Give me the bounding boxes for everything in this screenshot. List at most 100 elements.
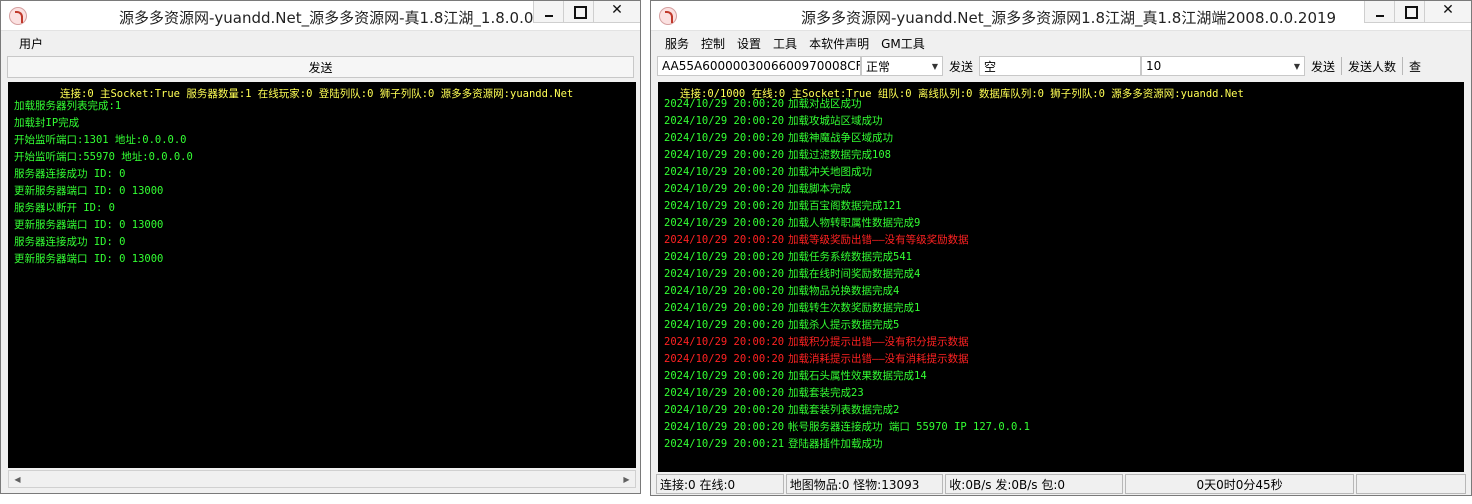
log-line: 服务器以断开 ID: 0 [14,202,115,214]
log-message: 加载脚本完成 [788,183,851,195]
status-traffic: 收:0B/s 发:0B/s 包:0 [945,474,1123,494]
caption-buttons [533,1,640,23]
log-timestamp: 2024/10/29 20:00:20 [664,285,785,297]
log-list: 加载服务器列表完成:1 加载封IP完成 开始监听端口:1301 地址:0.0.0… [14,98,193,268]
log-line: 加载封IP完成 [14,117,80,129]
log-line: 开始监听端口:55970 地址:0.0.0.0 [14,151,193,163]
title-bar[interactable]: 源多多资源网-yuandd.Net_源多多资源网1.8江湖_真1.8江湖端200… [651,1,1471,31]
chevron-down-icon: ▼ [931,61,938,71]
log-line-error: 2024/10/29 20:00:20 加载等级奖励出错——没有等级奖励数据 [664,232,1030,249]
title-bar[interactable]: 源多多资源网-yuandd.Net_源多多资源网-真1.8江湖_1.8.0.0 [1,1,640,31]
log-timestamp: 2024/10/29 20:00:21 [664,438,785,450]
log-line: 更新服务器端口 ID: 0 13000 [14,219,164,231]
log-message: 加载转生次数奖励数据完成1 [788,302,921,314]
log-message: 加载消耗提示出错——没有消耗提示数据 [788,353,969,365]
caption-buttons [1364,1,1471,23]
window-title: 源多多资源网-yuandd.Net_源多多资源网-真1.8江湖_1.8.0.0 [119,9,534,27]
log-line: 2024/10/29 20:00:20 加载套装列表数据完成2 [664,402,1030,419]
log-timestamp: 2024/10/29 20:00:20 [664,217,785,229]
query-button[interactable]: 查 [1403,56,1427,76]
log-line: 2024/10/29 20:00:20 加载套装完成23 [664,385,1030,402]
log-line: 2024/10/29 20:00:20 加载物品兑换数据完成4 [664,283,1030,300]
scroll-right-icon[interactable]: ▶ [618,471,635,487]
toolbar: AA55A6000003006600970008CFB 正常 ▼ 发送 空 10… [657,54,1465,78]
log-timestamp: 2024/10/29 20:00:20 [664,115,785,127]
minimize-icon[interactable] [534,1,564,22]
log-timestamp: 2024/10/29 20:00:20 [664,421,785,433]
status-connections: 连接:0 在线:0 [656,474,784,494]
log-line: 2024/10/29 20:00:20 加载转生次数奖励数据完成1 [664,300,1030,317]
log-message: 加载杀人提示数据完成5 [788,319,900,331]
menu-tools[interactable]: 工具 [767,35,803,52]
log-line: 2024/10/29 20:00:20 加载任务系统数据完成541 [664,249,1030,266]
horizontal-scrollbar[interactable]: ◀ ▶ [8,470,636,488]
log-timestamp: 2024/10/29 20:00:20 [664,200,785,212]
scroll-left-icon[interactable]: ◀ [9,471,26,487]
status-uptime: 0天0时0分45秒 [1124,474,1355,494]
toolbar: 发送 [7,56,634,78]
log-line: 更新服务器端口 ID: 0 13000 [14,185,164,197]
mode-select[interactable]: 正常 ▼ [861,56,943,76]
log-line: 2024/10/29 20:00:21 登陆器插件加载成功 [664,436,1030,453]
log-list: 2024/10/29 20:00:20 加载对战区成功 2024/10/29 20:… [664,96,1030,453]
log-timestamp: 2024/10/29 20:00:20 [664,268,785,280]
send-button[interactable]: 发送 [8,59,633,76]
send-button[interactable]: 发送 [943,56,979,76]
log-line: 2024/10/29 20:00:20 帐号服务器连接成功 端口 55970 IP… [664,419,1030,436]
log-console[interactable]: 连接:0 主Socket:True 服务器数量:1 在线玩家:0 登陆列队:0 … [8,82,636,468]
log-timestamp: 2024/10/29 20:00:20 [664,166,785,178]
window-title: 源多多资源网-yuandd.Net_源多多资源网1.8江湖_真1.8江湖端200… [801,9,1337,27]
log-timestamp: 2024/10/29 20:00:20 [664,404,785,416]
log-message: 加载神魔战争区域成功 [788,132,893,144]
send-button-2[interactable]: 发送 [1305,56,1341,76]
log-message: 加载套装列表数据完成2 [788,404,900,416]
menu-settings[interactable]: 设置 [731,35,767,52]
log-timestamp: 2024/10/29 20:00:20 [664,302,785,314]
count-select[interactable]: 10 ▼ [1141,56,1306,76]
close-icon[interactable] [594,1,640,22]
status-map-items: 地图物品:0 怪物:13093 [785,474,944,494]
maximize-icon[interactable] [1395,1,1425,22]
menu-control[interactable]: 控制 [695,35,731,52]
log-line: 2024/10/29 20:00:20 加载冲关地图成功 [664,164,1030,181]
status-empty [1356,474,1467,494]
log-message: 加载在线时间奖励数据完成4 [788,268,921,280]
menu-user[interactable]: 用户 [13,35,49,52]
log-line: 2024/10/29 20:00:20 加载神魔战争区域成功 [664,130,1030,147]
menu-bar: 用户 [1,32,640,54]
maximize-icon[interactable] [564,1,594,22]
log-line: 2024/10/29 20:00:20 加载百宝阁数据完成121 [664,198,1030,215]
log-message: 加载人物转职属性数据完成9 [788,217,921,229]
id-field[interactable]: AA55A6000003006600970008CFB [657,56,861,76]
log-message: 加载石头属性效果数据完成14 [788,370,927,382]
minimize-icon[interactable] [1365,1,1395,22]
log-timestamp: 2024/10/29 20:00:20 [664,98,785,110]
log-timestamp: 2024/10/29 20:00:20 [664,387,785,399]
log-message: 加载百宝阁数据完成121 [788,200,902,212]
log-message: 加载等级奖励出错——没有等级奖励数据 [788,234,969,246]
log-line: 服务器连接成功 ID: 0 [14,236,126,248]
message-input[interactable]: 空 [979,56,1142,76]
log-line: 2024/10/29 20:00:20 加载在线时间奖励数据完成4 [664,266,1030,283]
log-line: 2024/10/29 20:00:20 加载对战区成功 [664,96,1030,113]
menu-gm-tools[interactable]: GM工具 [875,35,931,52]
log-line-error: 2024/10/29 20:00:20 加载消耗提示出错——没有消耗提示数据 [664,351,1030,368]
log-line: 2024/10/29 20:00:20 加载攻城站区域成功 [664,113,1030,130]
send-count-button[interactable]: 发送人数 [1342,56,1402,76]
menu-statement[interactable]: 本软件声明 [803,35,875,52]
log-console[interactable]: 连接:0/1000 在线:0 主Socket:True 组队:0 离线队列:0 … [658,82,1464,472]
menu-service[interactable]: 服务 [659,35,695,52]
log-message: 加载对战区成功 [788,98,862,110]
mode-select-value: 正常 [866,59,891,74]
log-message: 加载任务系统数据完成541 [788,251,912,263]
log-line: 2024/10/29 20:00:20 加载脚本完成 [664,181,1030,198]
log-message: 登陆器插件加载成功 [788,438,883,450]
log-line: 2024/10/29 20:00:20 加载石头属性效果数据完成14 [664,368,1030,385]
log-timestamp: 2024/10/29 20:00:20 [664,251,785,263]
log-message: 加载套装完成23 [788,387,864,399]
log-message: 帐号服务器连接成功 端口 55970 IP 127.0.0.1 [788,421,1030,433]
log-timestamp: 2024/10/29 20:00:20 [664,353,785,365]
log-line: 更新服务器端口 ID: 0 13000 [14,253,164,265]
close-icon[interactable] [1425,1,1471,22]
log-timestamp: 2024/10/29 20:00:20 [664,183,785,195]
